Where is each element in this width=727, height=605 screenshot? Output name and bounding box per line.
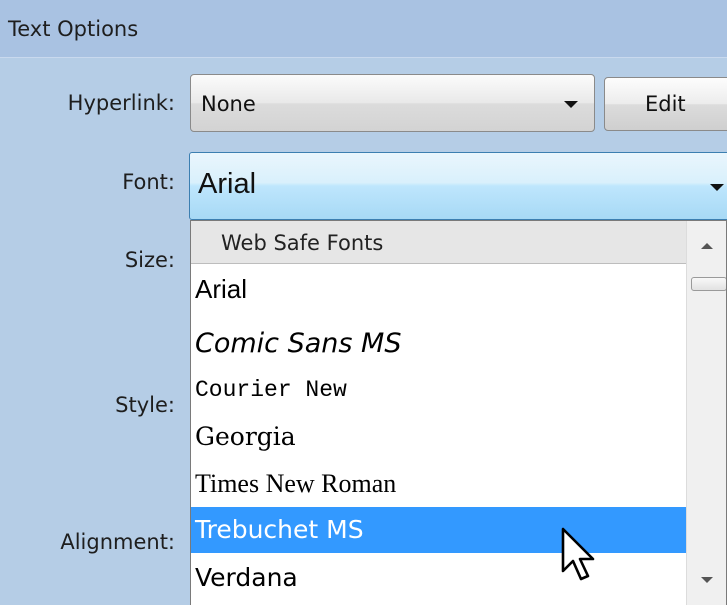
size-label: Size: bbox=[124, 248, 175, 272]
panel-title: Text Options bbox=[8, 17, 139, 41]
font-dropdown-list: Web Safe Fonts Arial Comic Sans MS Couri… bbox=[190, 220, 727, 605]
font-dropdown[interactable]: Arial bbox=[189, 152, 727, 220]
alignment-label: Alignment: bbox=[60, 530, 175, 554]
font-option-trebuchet-ms[interactable]: Trebuchet MS bbox=[191, 507, 686, 553]
scroll-thumb[interactable] bbox=[691, 277, 726, 291]
edit-button[interactable]: Edit bbox=[604, 77, 727, 131]
style-label: Style: bbox=[115, 393, 175, 417]
font-option-georgia[interactable]: Georgia bbox=[191, 414, 686, 460]
font-label: Font: bbox=[122, 170, 175, 194]
scrollbar[interactable] bbox=[686, 221, 726, 605]
font-option-arial[interactable]: Arial bbox=[191, 266, 686, 312]
scroll-down-icon[interactable] bbox=[701, 577, 713, 583]
font-option-comic-sans-ms[interactable]: Comic Sans MS bbox=[191, 321, 686, 367]
hyperlink-value: None bbox=[201, 92, 256, 116]
chevron-down-icon bbox=[710, 184, 724, 191]
chevron-down-icon bbox=[564, 101, 578, 108]
hyperlink-dropdown[interactable]: None bbox=[190, 74, 595, 132]
hyperlink-label: Hyperlink: bbox=[67, 91, 175, 115]
font-option-times-new-roman[interactable]: Times New Roman bbox=[191, 461, 686, 507]
scroll-up-icon[interactable] bbox=[701, 243, 713, 249]
mouse-pointer-icon bbox=[561, 527, 595, 581]
panel-header: Text Options bbox=[0, 0, 727, 58]
font-option-verdana[interactable]: Verdana bbox=[191, 555, 686, 601]
font-option-courier-new[interactable]: Courier New bbox=[191, 367, 686, 413]
font-value: Arial bbox=[198, 168, 257, 200]
group-header-label: Web Safe Fonts bbox=[221, 231, 384, 255]
group-header: Web Safe Fonts bbox=[191, 221, 686, 264]
